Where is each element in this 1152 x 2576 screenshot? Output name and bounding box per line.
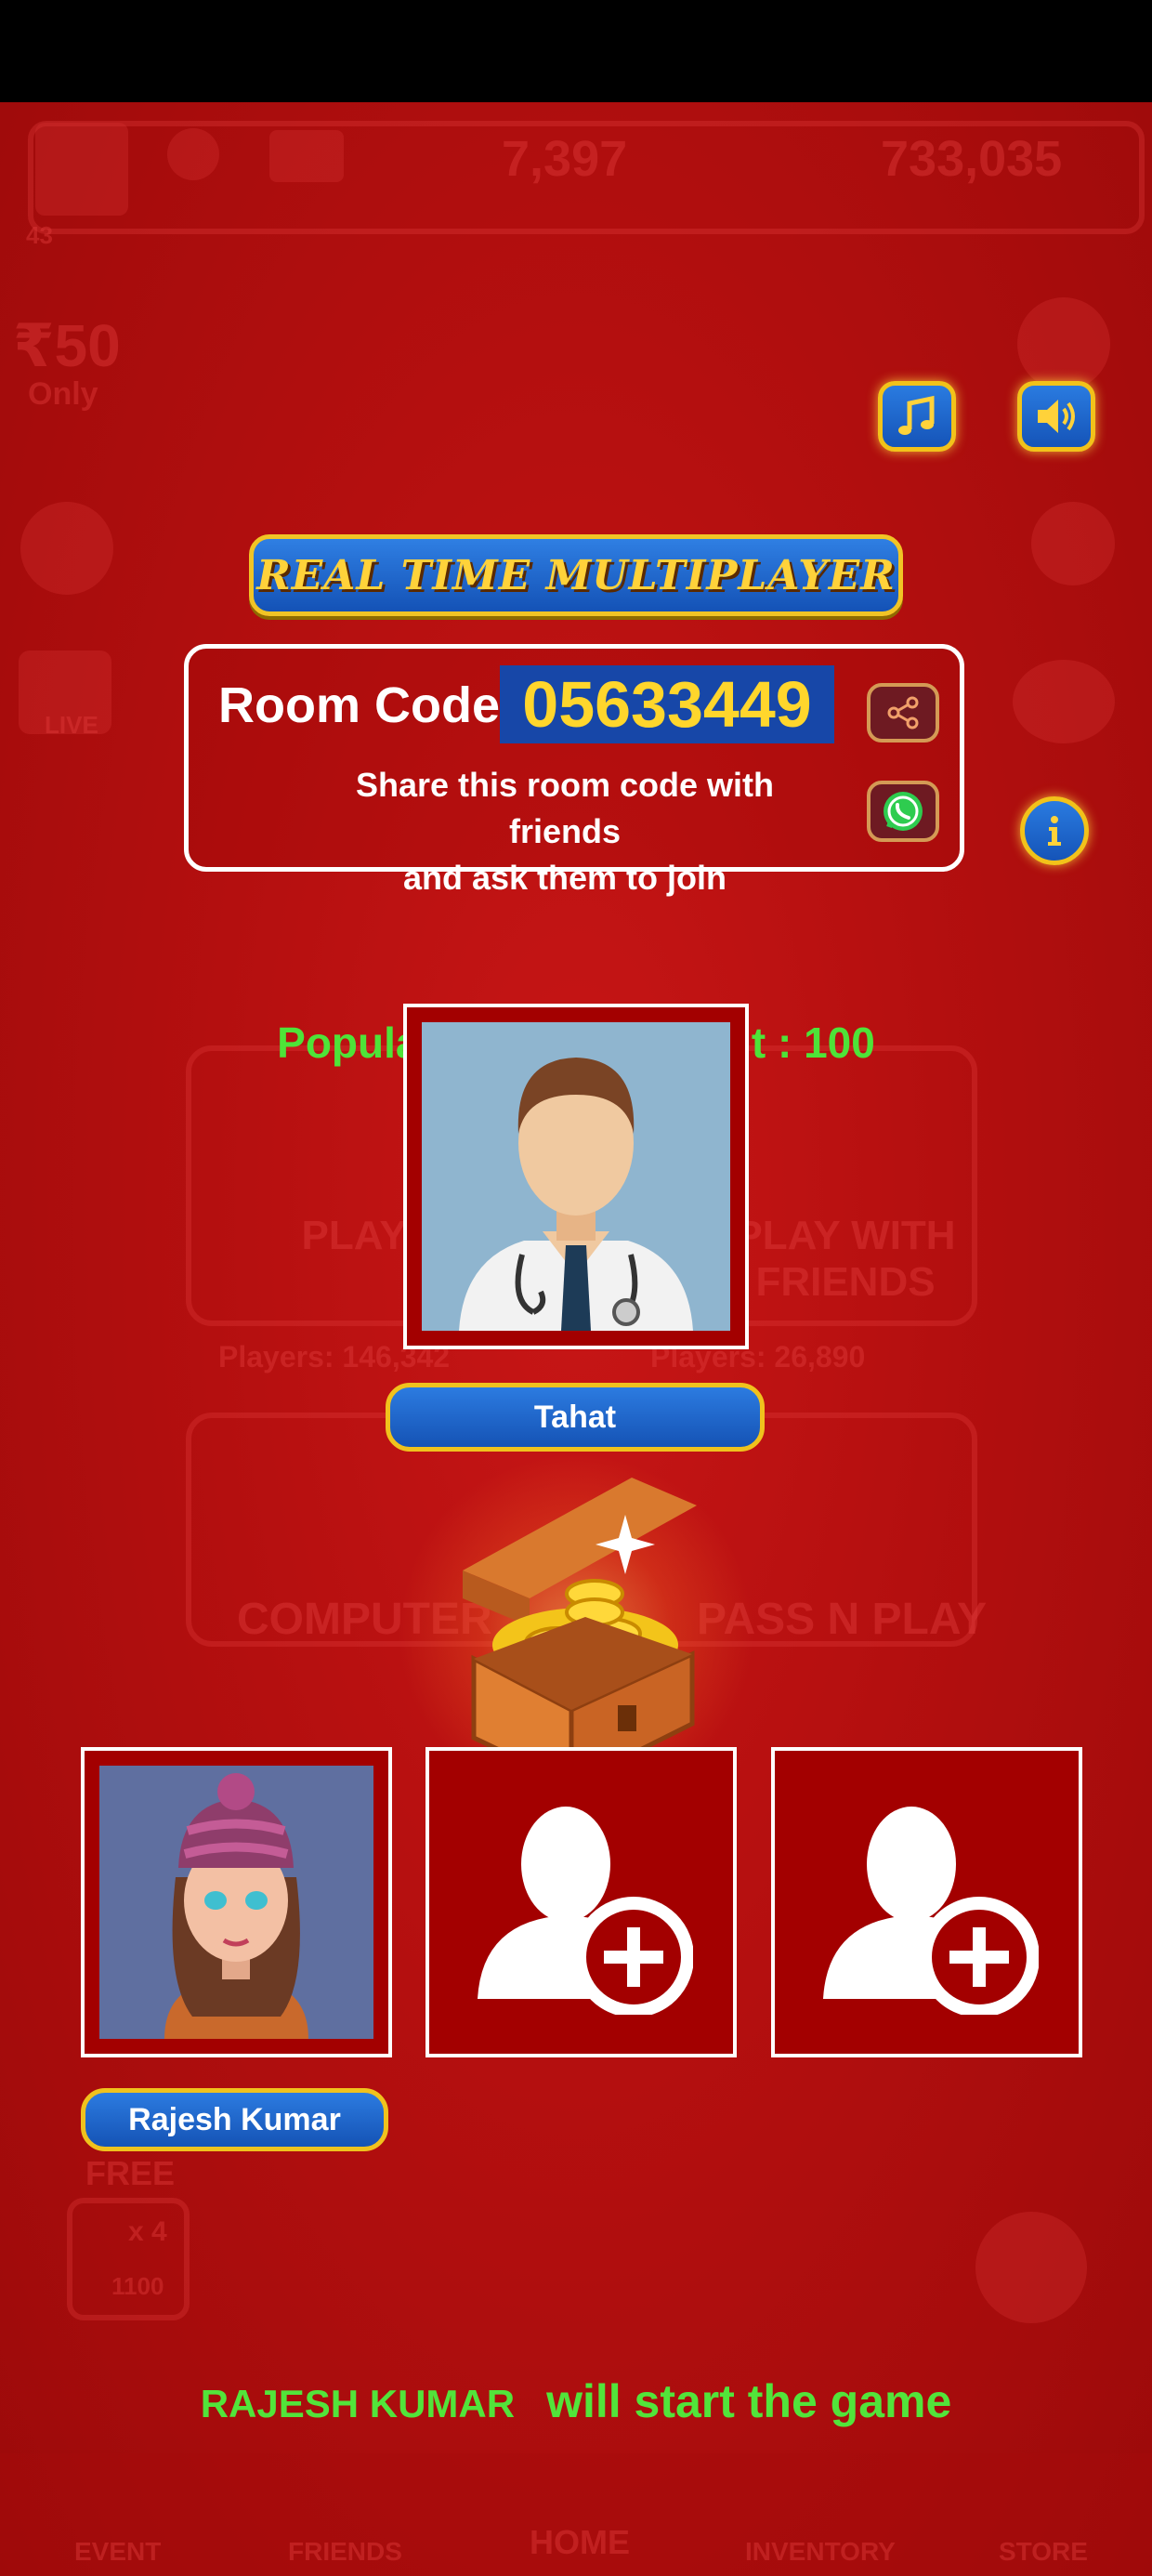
- bg-free-label: FREE: [85, 2154, 176, 2192]
- starter-text: will start the game: [546, 2375, 952, 2427]
- bg-nav-store: STORE: [999, 2537, 1088, 2566]
- sound-button[interactable]: [1017, 381, 1095, 452]
- bg-level: 43: [26, 221, 53, 249]
- add-user-icon: [478, 1807, 693, 2015]
- room-code-box[interactable]: 05633449: [500, 665, 834, 743]
- bg-nav-home: HOME: [530, 2523, 630, 2561]
- share-button[interactable]: [867, 683, 939, 743]
- mode-banner: REAL TIME MULTIPLAYER: [249, 534, 903, 616]
- bg-ad-reward: 1100: [111, 2272, 164, 2300]
- host-name: Tahat: [533, 1399, 617, 1435]
- invite-slot-2[interactable]: [425, 1747, 737, 2057]
- room-code-value: 05633449: [522, 668, 812, 741]
- info-button[interactable]: [1020, 796, 1089, 865]
- room-code-panel: Room Code : 05633449 Share this room cod…: [184, 644, 964, 897]
- bg-mail-icon: [269, 130, 344, 182]
- player-slot-1: [81, 1747, 392, 2057]
- add-user-icon: [823, 1807, 1039, 2015]
- host-avatar-frame: [403, 1004, 749, 1349]
- bg-nav-event: EVENT: [74, 2537, 162, 2566]
- bg-coins-count: 733,035: [881, 131, 1063, 187]
- invite-slot-3[interactable]: [771, 1747, 1082, 2057]
- bg-mascot-icon: [1013, 660, 1115, 743]
- speaker-icon: [1038, 400, 1075, 433]
- music-note-icon: [898, 395, 935, 435]
- bg-no-ads-icon: [1031, 502, 1115, 585]
- bg-gift-icon: [1017, 297, 1110, 390]
- bg-live-label: LIVE: [45, 711, 98, 739]
- share-hint: Share this room code with friends and as…: [300, 762, 830, 901]
- share-hint-line1: Share this room code with friends: [355, 766, 775, 850]
- player-name: Rajesh Kumar: [128, 2101, 341, 2137]
- bg-offer-suffix: Only: [28, 376, 98, 412]
- girl-avatar-icon: [99, 1766, 373, 2039]
- host-avatar: [422, 1022, 730, 1331]
- bg-nav-inventory: INVENTORY: [745, 2537, 896, 2566]
- share-hint-line2: and ask them to join: [402, 859, 727, 897]
- bg-crown-icon: [20, 502, 113, 595]
- status-bar: [0, 0, 1152, 102]
- bg-profile-avatar: [35, 123, 128, 216]
- player-name-pill: Rajesh Kumar: [81, 2088, 388, 2151]
- bg-gems-count: 7,397: [502, 131, 628, 187]
- share-icon: [887, 696, 919, 729]
- treasure-chest-icon: [463, 1478, 697, 1789]
- bg-ad-multiplier: x 4: [128, 2216, 167, 2247]
- room-code-label: Room Code :: [218, 677, 530, 733]
- game-start-message: RAJESH KUMAR will start the game: [0, 2374, 1152, 2428]
- player-avatar: [99, 1766, 373, 2039]
- bg-play-friends: PLAY WITH FRIENDS: [735, 1213, 956, 1305]
- bg-offer-price: ₹50: [13, 312, 121, 379]
- bg-spin-wheel-icon: [975, 2212, 1087, 2323]
- bg-nav-friends: FRIENDS: [288, 2537, 402, 2566]
- game-screen: 7,397 733,035 43 ₹50 Only LIVE PLAY ONLI…: [0, 102, 1152, 2576]
- doctor-avatar-icon: [422, 1022, 730, 1331]
- mode-title: REAL TIME MULTIPLAYER: [256, 551, 896, 599]
- music-button[interactable]: [878, 381, 956, 452]
- bg-gear-icon: [167, 128, 219, 180]
- whatsapp-icon: [884, 792, 923, 831]
- info-icon: [1048, 816, 1061, 846]
- whatsapp-button[interactable]: [867, 781, 939, 842]
- starter-name: RAJESH KUMAR: [200, 2382, 516, 2425]
